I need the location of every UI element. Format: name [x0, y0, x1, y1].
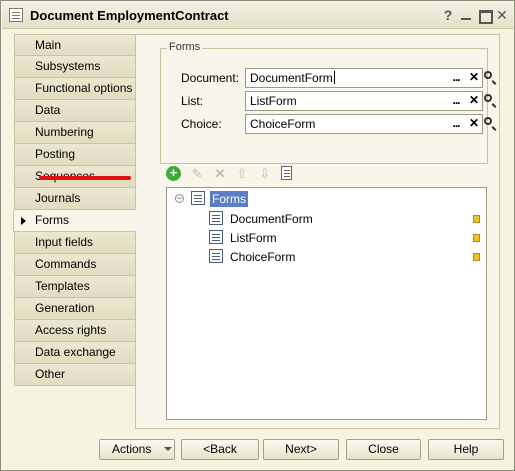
button-label: Actions — [112, 442, 152, 456]
close-icon[interactable]: ✕ — [493, 6, 511, 24]
open-icon[interactable] — [481, 92, 497, 110]
field-value: ListForm — [250, 94, 297, 108]
actions-button[interactable]: Actions — [99, 439, 175, 460]
tree-item-list-form[interactable]: ListForm — [209, 229, 484, 247]
tab-functional-options[interactable]: Functional options — [14, 78, 136, 100]
default-form-marker-icon — [473, 215, 480, 223]
tab-label: Functional options — [35, 81, 133, 95]
document-icon — [281, 166, 292, 180]
tab-label: Other — [35, 367, 66, 381]
tab-label: Templates — [35, 279, 90, 293]
group-title: Forms — [167, 41, 203, 53]
default-form-marker-icon — [473, 253, 480, 261]
tab-forms[interactable]: Forms — [13, 210, 136, 232]
select-button[interactable]: ... — [448, 115, 464, 133]
tab-label: Posting — [35, 147, 76, 161]
form-icon — [209, 211, 223, 225]
tab-posting[interactable]: Posting — [14, 144, 136, 166]
back-button[interactable]: <Back — [181, 439, 259, 460]
tree-item-choice-form[interactable]: ChoiceForm — [209, 248, 484, 266]
tab-label: Data — [35, 103, 61, 117]
forms-group: Forms Document: DocumentForm ... ✕ List:… — [160, 41, 492, 164]
help-button[interactable]: Help — [428, 439, 504, 460]
clear-icon[interactable]: ✕ — [466, 69, 482, 87]
title-bar: Document EmploymentContract ? ✕ — [2, 2, 513, 29]
close-button[interactable]: Close — [346, 439, 421, 460]
move-up-icon[interactable]: ⇧ — [233, 165, 251, 183]
select-button[interactable]: ... — [448, 69, 464, 87]
default-form-marker-icon — [473, 234, 480, 242]
tab-templates[interactable]: Templates — [14, 276, 136, 298]
tab-commands[interactable]: Commands — [14, 254, 136, 276]
form-icon — [191, 191, 205, 205]
minimize-icon[interactable] — [457, 6, 475, 24]
magnifier-icon — [484, 71, 492, 79]
forms-toolbar: + ✎ ✕ ⇧ ⇩ — [166, 165, 326, 183]
tab-numbering[interactable]: Numbering — [14, 122, 136, 144]
tree-item-label: DocumentForm — [230, 212, 313, 226]
tab-data-exchange[interactable]: Data exchange — [14, 342, 136, 364]
field-value: DocumentForm — [250, 71, 333, 85]
red-underline-annotation — [39, 176, 131, 180]
tab-label: Access rights — [35, 323, 107, 337]
delete-icon[interactable]: ✕ — [211, 165, 229, 183]
tab-journals[interactable]: Journals — [14, 188, 136, 210]
tab-label: Generation — [35, 301, 95, 315]
add-icon[interactable]: + — [166, 166, 181, 181]
tab-label: Journals — [35, 191, 81, 205]
field-label: Choice: — [181, 117, 222, 131]
tab-label: Commands — [35, 257, 97, 271]
open-form-icon[interactable] — [278, 165, 296, 183]
forms-tree[interactable]: − Forms DocumentForm ListForm ChoiceForm — [166, 187, 487, 420]
tree-root-label[interactable]: Forms — [210, 191, 248, 207]
tree-item-label: ListForm — [230, 231, 277, 245]
tab-input-fields[interactable]: Input fields — [14, 232, 136, 254]
form-icon — [209, 249, 223, 263]
active-arrow-icon — [21, 217, 26, 225]
tab-label: Main — [35, 38, 62, 52]
open-icon[interactable] — [481, 69, 497, 87]
collapse-icon[interactable]: − — [175, 194, 184, 203]
magnifier-icon — [484, 117, 492, 125]
move-down-icon[interactable]: ⇩ — [256, 165, 274, 183]
tab-label: Numbering — [35, 125, 94, 139]
tree-item-document-form[interactable]: DocumentForm — [209, 210, 484, 228]
forms-panel: Forms Document: DocumentForm ... ✕ List:… — [135, 34, 500, 429]
document-icon — [9, 8, 23, 22]
chevron-down-icon — [164, 447, 172, 451]
window-title: Document EmploymentContract — [30, 8, 229, 23]
tab-label: Input fields — [35, 235, 94, 249]
tab-label: Subsystems — [35, 59, 101, 73]
tree-root-row[interactable]: − Forms — [175, 190, 285, 208]
edit-icon[interactable]: ✎ — [188, 165, 206, 183]
tab-label: Forms — [35, 213, 69, 227]
field-value: ChoiceForm — [250, 117, 316, 131]
tab-access-rights[interactable]: Access rights — [14, 320, 136, 342]
form-icon — [209, 230, 223, 244]
tab-data[interactable]: Data — [14, 100, 136, 122]
tree-item-label: ChoiceForm — [230, 250, 296, 264]
magnifier-icon — [484, 94, 492, 102]
tab-label: Data exchange — [35, 345, 116, 359]
select-button[interactable]: ... — [448, 92, 464, 110]
open-icon[interactable] — [481, 115, 497, 133]
tab-other[interactable]: Other — [14, 364, 136, 386]
maximize-icon[interactable] — [475, 6, 493, 24]
next-button[interactable]: Next> — [263, 439, 339, 460]
dialog-window: Document EmploymentContract ? ✕ Main Sub… — [0, 0, 515, 471]
field-label: Document: — [181, 71, 240, 85]
tab-generation[interactable]: Generation — [14, 298, 136, 320]
help-icon[interactable]: ? — [439, 6, 457, 24]
tab-subsystems[interactable]: Subsystems — [14, 56, 136, 78]
clear-icon[interactable]: ✕ — [466, 92, 482, 110]
text-caret — [333, 71, 335, 84]
tab-main[interactable]: Main — [14, 34, 136, 56]
clear-icon[interactable]: ✕ — [466, 115, 482, 133]
field-label: List: — [181, 94, 204, 108]
tab-list: Main Subsystems Functional options Data … — [13, 34, 136, 386]
